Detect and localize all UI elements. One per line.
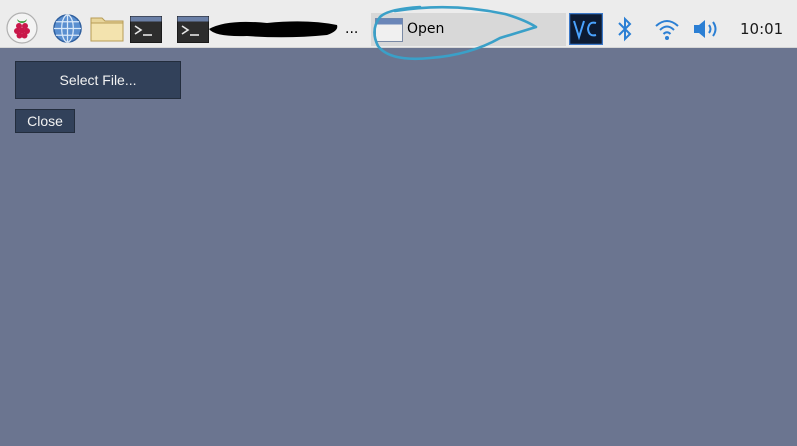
close-button[interactable]: Close bbox=[15, 109, 75, 133]
vnc-icon[interactable] bbox=[569, 13, 603, 45]
select-file-button[interactable]: Select File... bbox=[15, 61, 181, 99]
task-label-open: Open bbox=[407, 21, 445, 37]
taskbar-window-open[interactable]: Open bbox=[371, 13, 566, 46]
taskbar: ... Open 10:01 bbox=[0, 0, 797, 48]
raspberry-menu-icon[interactable] bbox=[6, 12, 38, 44]
clock: 10:01 bbox=[740, 20, 784, 38]
terminal-icon[interactable] bbox=[130, 16, 162, 43]
taskbar-window-terminal[interactable]: ... bbox=[173, 13, 366, 45]
volume-icon[interactable] bbox=[692, 17, 722, 41]
file-manager-icon[interactable] bbox=[90, 14, 124, 42]
web-browser-icon[interactable] bbox=[52, 13, 83, 44]
terminal-icon bbox=[177, 16, 209, 43]
bluetooth-icon[interactable] bbox=[616, 15, 634, 43]
redaction-mark bbox=[207, 17, 339, 39]
window-icon bbox=[375, 18, 403, 42]
wifi-icon[interactable] bbox=[654, 17, 680, 41]
task-label-trailing: ... bbox=[345, 21, 359, 37]
